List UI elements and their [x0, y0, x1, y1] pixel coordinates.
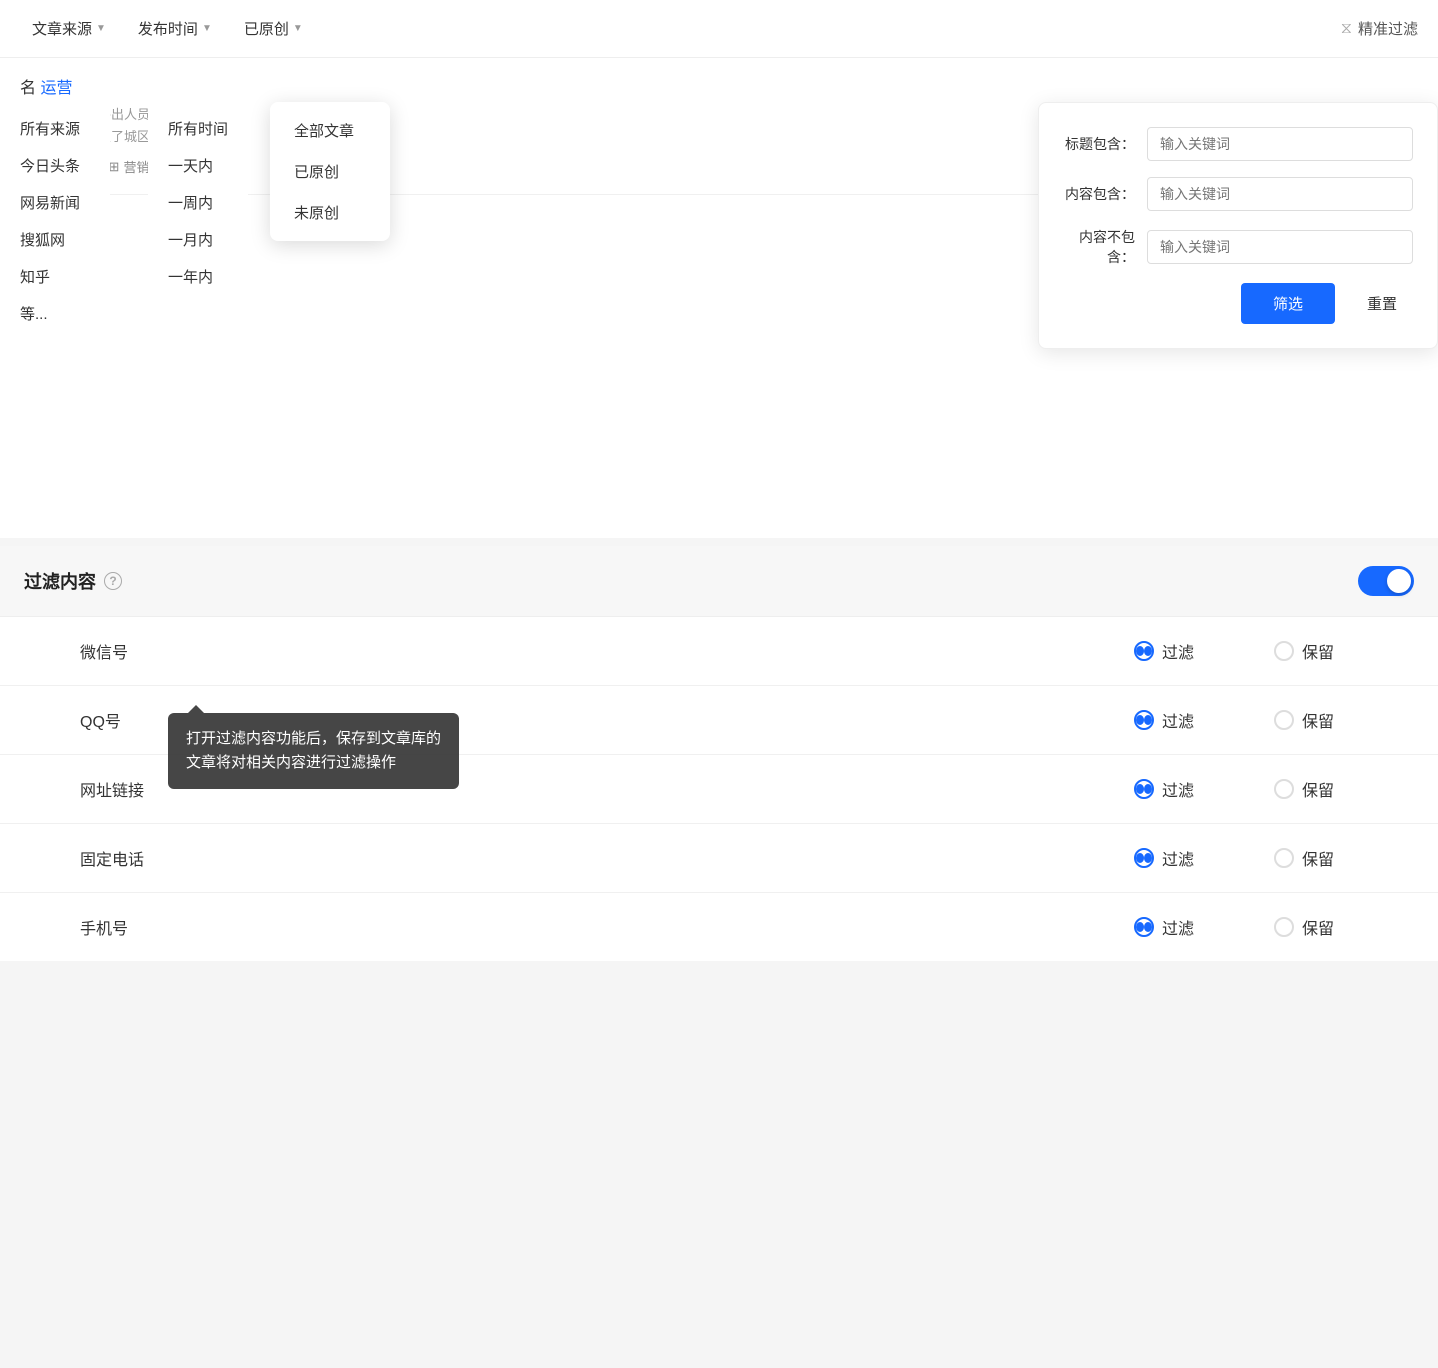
content-filter-input[interactable]: [1147, 177, 1413, 211]
filter-section-header: 过滤内容 ?: [0, 546, 1438, 617]
original-item-all[interactable]: 全部文章: [270, 110, 390, 151]
qq-keep-circle: [1274, 710, 1294, 730]
exclude-filter-row: 内容不包含：: [1063, 227, 1413, 267]
weixin-filter-circle: [1134, 641, 1154, 661]
source-item-zhihu[interactable]: 知乎: [0, 258, 110, 295]
weixin-keep-radio[interactable]: 保留: [1274, 639, 1334, 663]
precision-filter-icon: ⧖: [1341, 20, 1352, 38]
toolbar: 文章来源 ▼ 发布时间 ▼ 已原创 ▼ ⧖ 精准过滤: [0, 0, 1438, 58]
article-title-highlight: 运营: [40, 80, 72, 97]
article-title-part: 名: [20, 80, 36, 97]
mobile-label: 手机号: [80, 915, 200, 939]
source-label: 文章来源: [32, 18, 92, 39]
weixin-radio-group: 过滤 保留: [1134, 639, 1334, 663]
original-chevron-icon: ▼: [293, 23, 303, 34]
qq-filter-radio[interactable]: 过滤: [1134, 708, 1194, 732]
time-item-day[interactable]: 一天内: [148, 147, 248, 184]
marketing-btn[interactable]: ⊞ 营销: [109, 157, 150, 176]
article-title-area: 名 运营: [20, 74, 1418, 98]
landline-radio-group: 过滤 保留: [1134, 846, 1334, 870]
source-filter-btn[interactable]: 文章来源 ▼: [20, 12, 118, 45]
tooltip-text: 打开过滤内容功能后，保存到文章库的文章将对相关内容进行过滤操作: [186, 730, 441, 771]
filter-toggle[interactable]: [1358, 566, 1414, 596]
filter-content-section: 过滤内容 ? 打开过滤内容功能后，保存到文章库的文章将对相关内容进行过滤操作 微…: [0, 546, 1438, 961]
weixin-keep-label: 保留: [1302, 639, 1334, 663]
landline-filter-label: 过滤: [1162, 846, 1194, 870]
mobile-filter-label: 过滤: [1162, 915, 1194, 939]
mobile-keep-label: 保留: [1302, 915, 1334, 939]
filter-buttons: 筛选 重置: [1063, 283, 1413, 324]
weixin-filter-radio[interactable]: 过滤: [1134, 639, 1194, 663]
original-dropdown: 全部文章 已原创 未原创: [270, 102, 390, 241]
weixin-label: 微信号: [80, 639, 200, 663]
exclude-filter-label: 内容不包含：: [1063, 227, 1135, 267]
source-dropdown: 所有来源 今日头条 网易新闻 搜狐网 知乎 等...: [0, 102, 110, 340]
source-chevron-icon: ▼: [96, 23, 106, 34]
source-item-toutiao[interactable]: 今日头条: [0, 147, 110, 184]
mobile-keep-circle: [1274, 917, 1294, 937]
mobile-radio-group: 过滤 保留: [1134, 915, 1334, 939]
mobile-filter-radio[interactable]: 过滤: [1134, 915, 1194, 939]
source-item-sohu[interactable]: 搜狐网: [0, 221, 110, 258]
help-icon[interactable]: ?: [104, 572, 122, 590]
content-filter-label: 内容包含：: [1063, 184, 1135, 204]
qq-radio-group: 过滤 保留: [1134, 708, 1334, 732]
time-dropdown: 所有时间 一天内 一周内 一月内 一年内: [148, 102, 248, 303]
qq-filter-circle: [1134, 710, 1154, 730]
mobile-keep-radio[interactable]: 保留: [1274, 915, 1334, 939]
weixin-filter-label: 过滤: [1162, 639, 1194, 663]
original-filter-btn[interactable]: 已原创 ▼: [232, 12, 315, 45]
filter-reset-btn[interactable]: 重置: [1351, 283, 1413, 324]
time-item-month[interactable]: 一月内: [148, 221, 248, 258]
url-keep-circle: [1274, 779, 1294, 799]
original-item-no[interactable]: 未原创: [270, 192, 390, 233]
source-item-wangyi[interactable]: 网易新闻: [0, 184, 110, 221]
title-filter-row: 标题包含：: [1063, 127, 1413, 161]
time-label: 发布时间: [138, 18, 198, 39]
url-keep-label: 保留: [1302, 777, 1334, 801]
filter-row-weixin: 微信号 过滤 保留: [0, 617, 1438, 686]
qq-keep-radio[interactable]: 保留: [1274, 708, 1334, 732]
filter-submit-btn[interactable]: 筛选: [1241, 283, 1335, 324]
url-filter-circle: [1134, 779, 1154, 799]
source-item-all[interactable]: 所有来源: [0, 110, 110, 147]
mobile-filter-circle: [1134, 917, 1154, 937]
landline-filter-circle: [1134, 848, 1154, 868]
landline-keep-radio[interactable]: 保留: [1274, 846, 1334, 870]
url-radio-group: 过滤 保留: [1134, 777, 1334, 801]
filter-row-landline: 固定电话 过滤 保留: [0, 824, 1438, 893]
url-filter-radio[interactable]: 过滤: [1134, 777, 1194, 801]
filter-row-mobile: 手机号 过滤 保留: [0, 893, 1438, 961]
filter-panel: 标题包含： 内容包含： 内容不包含： 筛选 重置: [1038, 102, 1438, 349]
landline-label: 固定电话: [80, 846, 200, 870]
url-keep-radio[interactable]: 保留: [1274, 777, 1334, 801]
time-item-week[interactable]: 一周内: [148, 184, 248, 221]
title-filter-input[interactable]: [1147, 127, 1413, 161]
time-item-year[interactable]: 一年内: [148, 258, 248, 295]
filter-section-title-text: 过滤内容: [24, 568, 96, 594]
content-filter-row: 内容包含：: [1063, 177, 1413, 211]
url-filter-label: 过滤: [1162, 777, 1194, 801]
original-label: 已原创: [244, 18, 289, 39]
landline-keep-circle: [1274, 848, 1294, 868]
time-filter-btn[interactable]: 发布时间 ▼: [126, 12, 224, 45]
time-chevron-icon: ▼: [202, 23, 212, 34]
filter-tooltip: 打开过滤内容功能后，保存到文章库的文章将对相关内容进行过滤操作: [168, 713, 459, 789]
precision-filter-label: 精准过滤: [1358, 18, 1418, 39]
title-filter-label: 标题包含：: [1063, 134, 1135, 154]
weixin-keep-circle: [1274, 641, 1294, 661]
original-item-yes[interactable]: 已原创: [270, 151, 390, 192]
qq-filter-label: 过滤: [1162, 708, 1194, 732]
source-item-more[interactable]: 等...: [0, 295, 110, 332]
toolbar-right: ⧖ 精准过滤: [1341, 18, 1418, 39]
landline-keep-label: 保留: [1302, 846, 1334, 870]
exclude-filter-input[interactable]: [1147, 230, 1413, 264]
landline-filter-radio[interactable]: 过滤: [1134, 846, 1194, 870]
filter-section-title-area: 过滤内容 ?: [24, 568, 122, 594]
grid-icon: ⊞: [109, 159, 120, 175]
time-item-all[interactable]: 所有时间: [148, 110, 248, 147]
main-area: 所有来源 今日头条 网易新闻 搜狐网 知乎 等... 所有时间 一天内 一周内 …: [0, 58, 1438, 538]
qq-keep-label: 保留: [1302, 708, 1334, 732]
